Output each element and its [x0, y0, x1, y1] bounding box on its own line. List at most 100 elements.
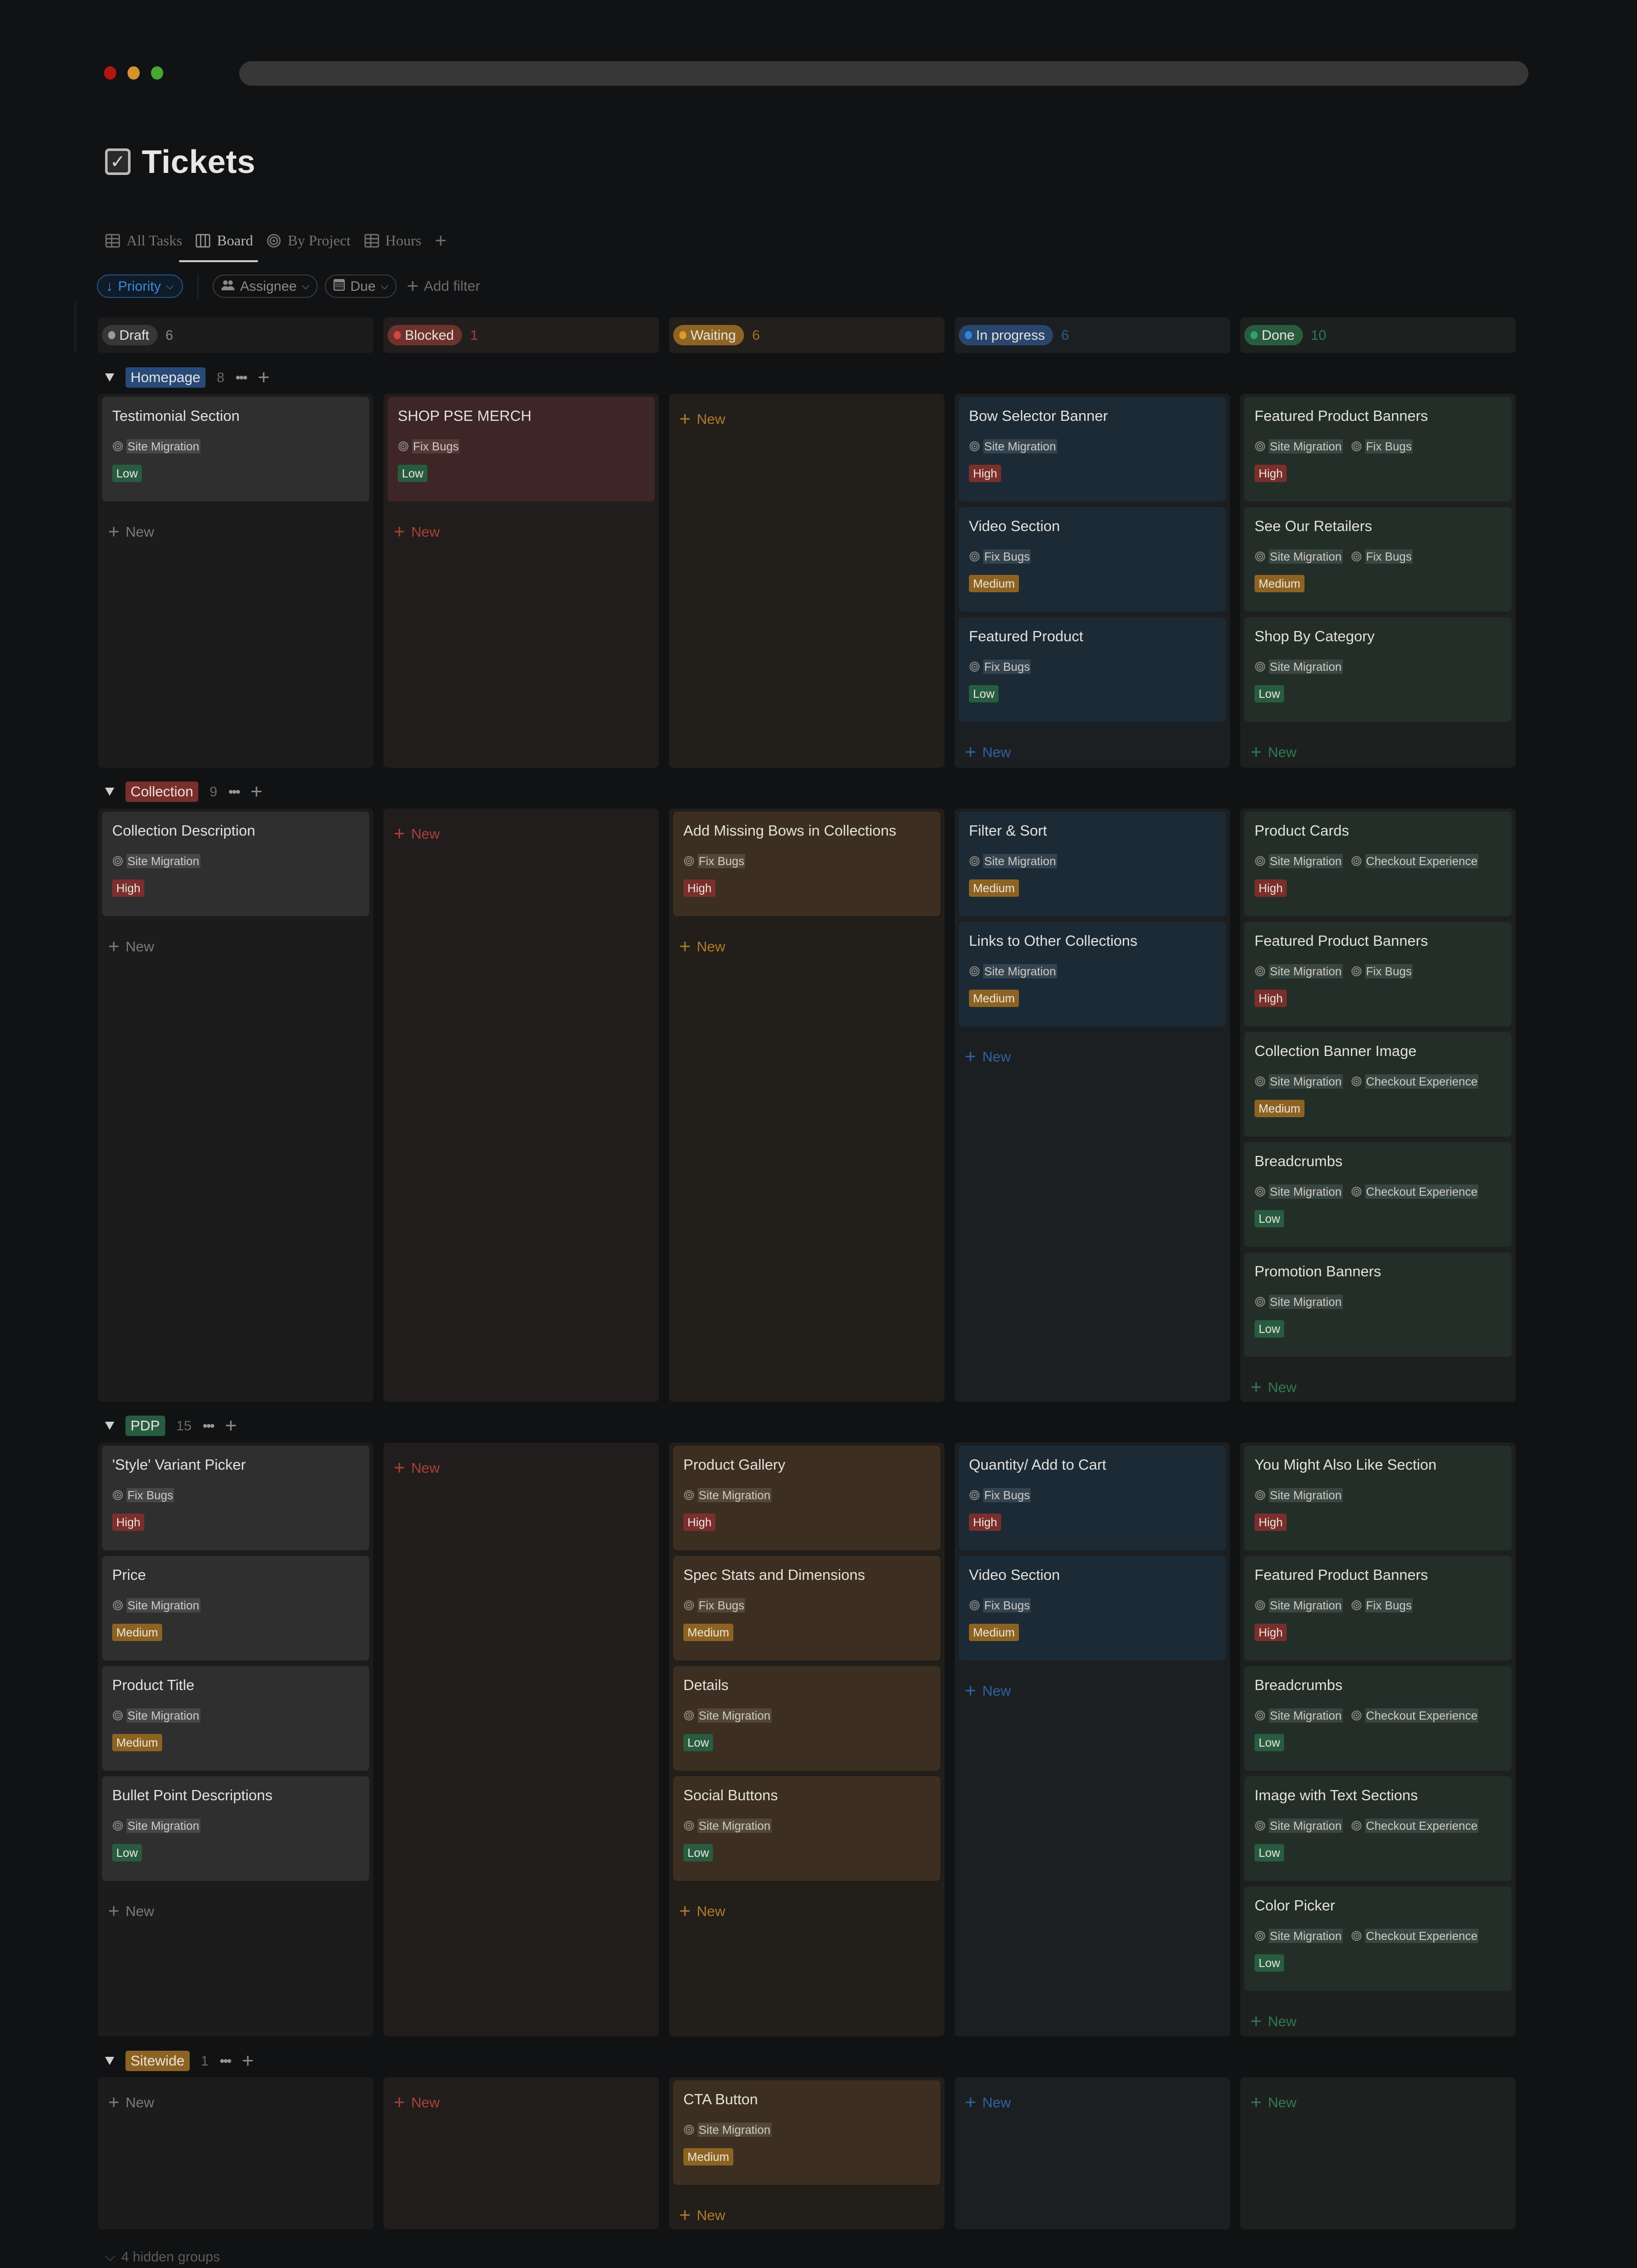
ticket-card[interactable]: Price Site Migration Medium	[102, 1556, 369, 1660]
new-ticket-button[interactable]: + New	[673, 397, 940, 433]
collapse-caret-icon[interactable]	[105, 2057, 114, 2065]
collapse-caret-icon[interactable]	[105, 788, 114, 796]
more-options-icon[interactable]: •••	[228, 784, 240, 800]
priority-badge: Low	[683, 1734, 713, 1751]
collapse-caret-icon[interactable]	[105, 1422, 114, 1430]
new-ticket-button[interactable]: + New	[388, 507, 655, 543]
priority-badge: Medium	[1255, 1100, 1305, 1117]
minimize-window-button[interactable]	[127, 66, 140, 80]
ticket-card[interactable]: Filter & Sort Site Migration Medium	[959, 812, 1226, 916]
ticket-card[interactable]: Testimonial Section Site Migration Low	[102, 397, 369, 501]
new-ticket-button[interactable]: + New	[959, 1032, 1226, 1068]
new-ticket-button[interactable]: + New	[102, 1886, 369, 1922]
ticket-card[interactable]: Featured Product Fix Bugs Low	[959, 617, 1226, 722]
ticket-card[interactable]: Image with Text Sections Site Migration Ch…	[1244, 1776, 1512, 1881]
ticket-card[interactable]: 'Style' Variant Picker Fix Bugs High	[102, 1446, 369, 1550]
ticket-card[interactable]: Product Title Site Migration Medium	[102, 1666, 369, 1771]
ticket-card[interactable]: SHOP PSE MERCH Fix Bugs Low	[388, 397, 655, 501]
ticket-card[interactable]: Details Site Migration Low	[673, 1666, 940, 1771]
new-ticket-button[interactable]: + New	[102, 922, 369, 957]
maximize-window-button[interactable]	[151, 66, 163, 80]
new-ticket-button[interactable]: + New	[959, 727, 1226, 763]
more-options-icon[interactable]: •••	[236, 370, 247, 386]
hidden-groups-toggle[interactable]: ⌵ 4 hidden groups	[105, 2249, 220, 2265]
ticket-card[interactable]: Color Picker Site Migration Checkout Exper…	[1244, 1886, 1512, 1991]
priority-badge: High	[683, 1514, 716, 1531]
hidden-groups-label: 4 hidden groups	[121, 2249, 220, 2264]
ticket-card[interactable]: Promotion Banners Site Migration Low	[1244, 1252, 1512, 1357]
ticket-card[interactable]: Featured Product Banners Site Migration Fi…	[1244, 397, 1512, 501]
new-ticket-button[interactable]: + New	[388, 812, 655, 847]
ticket-card[interactable]: Social Buttons Site Migration Low	[673, 1776, 940, 1881]
add-filter-button[interactable]: + Add filter	[407, 275, 480, 298]
status-column-header-in-progress[interactable]: In progress 6	[955, 317, 1230, 353]
project-tag: Site Migration	[683, 1819, 772, 1833]
more-options-icon[interactable]: •••	[203, 1418, 215, 1434]
ticket-card[interactable]: Links to Other Collections Site Migration…	[959, 922, 1226, 1026]
ticket-card[interactable]: Featured Product Banners Site Migration Fi…	[1244, 922, 1512, 1026]
ticket-card[interactable]: Video Section Fix Bugs Medium	[959, 1556, 1226, 1660]
new-ticket-button[interactable]: + New	[1244, 1363, 1512, 1398]
new-ticket-button[interactable]: + New	[673, 1886, 940, 1922]
status-column-header-done[interactable]: Done 10	[1240, 317, 1516, 353]
ticket-card[interactable]: Shop By Category Site Migration Low	[1244, 617, 1512, 722]
close-window-button[interactable]	[104, 66, 116, 80]
tab-all-tasks[interactable]: All Tasks	[105, 230, 182, 252]
ticket-card[interactable]: Breadcrumbs Site Migration Checkout Experi…	[1244, 1666, 1512, 1771]
tab-board[interactable]: Board	[179, 230, 259, 262]
ticket-card[interactable]: Spec Stats and Dimensions Fix Bugs Medium	[673, 1556, 940, 1660]
target-icon	[112, 1600, 123, 1611]
add-to-group-button[interactable]: +	[250, 782, 262, 802]
ticket-card[interactable]: Collection Description Site Migration High	[102, 812, 369, 916]
ticket-title: SHOP PSE MERCH	[398, 408, 532, 424]
new-ticket-button[interactable]: + New	[673, 922, 940, 957]
new-ticket-button[interactable]: + New	[959, 1666, 1226, 1702]
add-to-group-button[interactable]: +	[258, 367, 269, 388]
project-tags: Site Migration	[112, 1819, 359, 1833]
ticket-card[interactable]: See Our Retailers Site Migration Fix Bugs M…	[1244, 507, 1512, 612]
assignee-filter-button[interactable]: Assignee ⌵	[212, 274, 318, 298]
add-to-group-button[interactable]: +	[225, 1416, 237, 1436]
ticket-card[interactable]: Add Missing Bows in Collections Fix Bugs H…	[673, 812, 940, 916]
collapse-caret-icon[interactable]	[105, 373, 114, 382]
lane-done: + New	[1240, 2077, 1516, 2229]
ticket-title: Testimonial Section	[112, 408, 240, 424]
new-ticket-button[interactable]: + New	[673, 2190, 940, 2226]
status-column-header-draft[interactable]: Draft 6	[98, 317, 373, 353]
target-icon	[683, 1600, 695, 1611]
ticket-card[interactable]: Bow Selector Banner Site Migration High	[959, 397, 1226, 501]
ticket-card[interactable]: Quantity/ Add to Cart Fix Bugs High	[959, 1446, 1226, 1550]
project-tag: Fix Bugs	[1351, 439, 1413, 453]
new-label: New	[982, 1049, 1011, 1065]
ticket-card[interactable]: You Might Also Like Section Site Migratio…	[1244, 1446, 1512, 1550]
add-view-button[interactable]: +	[434, 231, 446, 251]
ticket-card[interactable]: Product Gallery Site Migration High	[673, 1446, 940, 1550]
project-tags: Site Migration	[1255, 1488, 1501, 1502]
due-filter-button[interactable]: Due ⌵	[324, 274, 397, 298]
ticket-card[interactable]: Bullet Point Descriptions Site Migration L…	[102, 1776, 369, 1881]
new-ticket-button[interactable]: + New	[102, 2080, 369, 2116]
new-ticket-button[interactable]: + New	[388, 1446, 655, 1481]
ticket-card[interactable]: Collection Banner Image Site Migration Che…	[1244, 1032, 1512, 1137]
new-ticket-button[interactable]: + New	[1244, 1997, 1512, 2032]
new-ticket-button[interactable]: + New	[1244, 727, 1512, 763]
status-column-header-blocked[interactable]: Blocked 1	[383, 317, 659, 353]
address-bar[interactable]	[239, 61, 1528, 86]
priority-badge: Low	[1255, 1954, 1285, 1972]
sort-priority-button[interactable]: ↓ Priority ⌵	[97, 274, 183, 298]
new-ticket-button[interactable]: + New	[959, 2080, 1226, 2116]
new-ticket-button[interactable]: + New	[388, 2080, 655, 2116]
new-ticket-button[interactable]: + New	[1244, 2080, 1512, 2116]
ticket-card[interactable]: CTA Button Site Migration Medium	[673, 2080, 940, 2185]
ticket-card[interactable]: Product Cards Site Migration Checkout Expe…	[1244, 812, 1512, 916]
more-options-icon[interactable]: •••	[220, 2053, 232, 2069]
status-column-header-waiting[interactable]: Waiting 6	[669, 317, 944, 353]
target-icon	[112, 1710, 123, 1721]
ticket-card[interactable]: Breadcrumbs Site Migration Checkout Experi…	[1244, 1142, 1512, 1247]
add-to-group-button[interactable]: +	[242, 2051, 253, 2071]
ticket-card[interactable]: Featured Product Banners Site Migration Fi…	[1244, 1556, 1512, 1660]
ticket-card[interactable]: Video Section Fix Bugs Medium	[959, 507, 1226, 612]
new-ticket-button[interactable]: + New	[102, 507, 369, 543]
tab-by-project[interactable]: By Project	[266, 230, 351, 252]
tab-hours[interactable]: Hours	[364, 230, 421, 252]
